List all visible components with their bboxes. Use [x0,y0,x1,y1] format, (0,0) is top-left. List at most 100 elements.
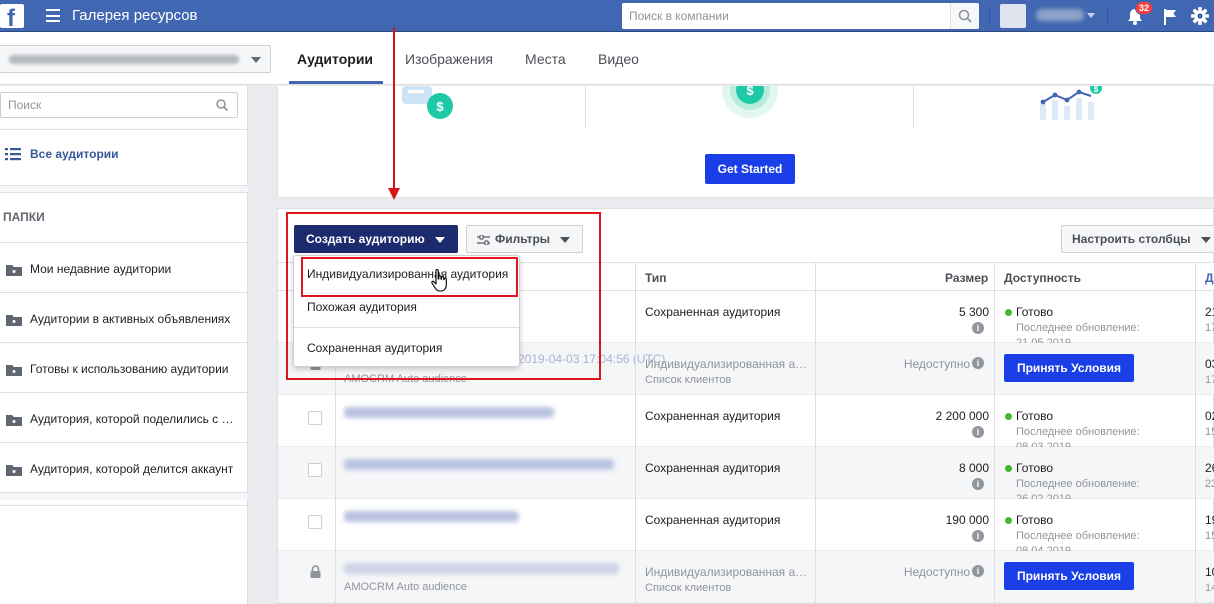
get-started-button[interactable]: Get Started [705,154,795,184]
svg-text:$: $ [1094,86,1099,94]
audience-type-sub: Список клиентов [645,582,732,594]
date-sub: 17 [1205,374,1214,386]
audience-name[interactable] [344,563,619,574]
menu-icon[interactable] [46,9,60,22]
status-ready-dot [1005,465,1012,472]
accept-terms-button[interactable]: Принять Условия [1004,354,1134,382]
audience-size: Недоступно [903,357,970,371]
column-divider [815,262,816,604]
row-checkbox[interactable] [308,463,322,477]
tab-video[interactable]: Видео [598,51,639,67]
status-ready-dot [1005,309,1012,316]
notifications-count-badge: 32 [1135,1,1154,15]
column-header-size[interactable]: Размер [945,271,988,285]
audience-size: 2 200 000 [935,409,989,423]
folders-heading: ПАПКИ [3,210,45,224]
sidebar-item-label: Все аудитории [30,147,119,161]
table-row[interactable]: AMOCRM Auto audience Индивидуализированн… [278,551,1214,603]
facebook-logo-icon[interactable]: f [0,4,24,28]
sidebar-search-input[interactable] [1,93,206,117]
folder-label: Аудитории в активных объявлениях [30,312,231,326]
info-icon[interactable]: i [972,530,984,542]
divider [585,86,586,129]
last-updated: Последнее обновление: 21.05.2019 [1016,322,1140,343]
configure-columns-label: Настроить столбцы [1072,232,1191,246]
coin-illustration-icon: $ [722,86,778,118]
status-ready-dot [1005,517,1012,524]
date-sub: 17 [1205,322,1214,334]
table-row[interactable]: Сохраненная аудитория 2 200 000 i Готово… [278,395,1214,447]
row-checkbox[interactable] [308,515,322,529]
list-icon [5,148,21,161]
availability-status: Готово [1016,461,1054,475]
column-header-type[interactable]: Тип [645,271,667,285]
folder-label: Мои недавние аудитории [30,262,172,276]
availability-status: Готово [1016,513,1054,527]
annotation-arrowhead [388,188,400,200]
audience-size: 5 300 [958,305,989,319]
row-checkbox[interactable] [308,411,322,425]
table-row[interactable]: Сохраненная аудитория 190 000 i Готово П… [278,499,1214,551]
column-divider [1195,262,1196,604]
info-icon[interactable]: i [972,565,984,577]
account-selector-value [9,55,239,64]
date-sub: 15 [1205,426,1214,438]
table-row[interactable]: Сохраненная аудитория 8 000 i Готово Пос… [278,447,1214,499]
search-icon[interactable] [215,98,229,112]
divider [1107,6,1108,26]
tab-images[interactable]: Изображения [405,51,493,67]
configure-columns-button[interactable]: Настроить столбцы [1061,225,1214,253]
audience-source: AMOCRM Auto audience [344,581,467,593]
account-selector[interactable] [0,45,271,73]
status-ready-dot [1005,413,1012,420]
audience-name[interactable] [344,511,519,522]
audience-type: Сохраненная аудитория [645,513,781,527]
document-money-illustration-icon: $ [402,86,453,119]
user-name[interactable] [1036,9,1084,21]
audience-type: Сохраненная аудитория [645,461,781,475]
active-tab-indicator [289,81,383,84]
info-icon[interactable]: i [972,426,984,438]
user-avatar[interactable] [1000,4,1026,28]
info-icon[interactable]: i [972,478,984,490]
flag-icon[interactable] [1162,8,1178,26]
audience-type: Сохраненная аудитория [645,409,781,423]
audience-type: Индивидуализированная аудитория [645,357,810,371]
sub-header: Аудитории Изображения Места Видео [0,32,1214,85]
sidebar-folder-item[interactable]: Аудитория, которой делится аккаунт [0,443,248,493]
tab-audiences[interactable]: Аудитории [297,51,373,67]
divider [0,129,248,130]
availability-status: Готово [1016,305,1054,319]
date-sub: 15 [1205,530,1214,542]
user-menu-chevron-icon[interactable] [1087,13,1095,18]
audience-size: 8 000 [958,461,989,475]
company-search-input[interactable] [622,3,950,29]
chevron-down-icon [1201,237,1211,243]
accept-terms-button[interactable]: Принять Условия [1004,562,1134,590]
sidebar-folder-item[interactable]: Аудитория, которой поделились с вами [0,393,248,443]
settings-gear-icon[interactable] [1190,6,1210,26]
info-icon[interactable]: i [972,322,984,334]
svg-text:$: $ [746,86,754,98]
tab-places[interactable]: Места [525,51,566,67]
audience-name[interactable] [344,407,554,418]
folder-label: Аудитория, которой поделились с вами [30,412,236,426]
column-header-availability[interactable]: Доступность [1004,271,1081,285]
divider [913,86,914,129]
sidebar-folder-item[interactable]: Готовы к использованию аудитории [0,343,248,393]
sidebar-folder-item[interactable]: Аудитории в активных объявлениях [0,293,248,343]
sidebar-search [0,92,238,118]
column-header-date[interactable]: Да [1205,271,1214,285]
column-divider [635,262,636,604]
chevron-down-icon [251,57,261,63]
folder-icon [6,265,22,276]
sidebar-folder-item[interactable]: Мои недавние аудитории [0,243,248,293]
audience-name[interactable] [344,459,614,470]
search-button[interactable] [950,3,979,29]
annotation-highlight-menu-item [301,257,518,297]
growth-chart-illustration-icon: $ [1040,86,1102,120]
info-icon[interactable]: i [972,357,984,369]
folder-icon [6,315,22,326]
divider [989,6,990,26]
section-gap [0,493,248,500]
